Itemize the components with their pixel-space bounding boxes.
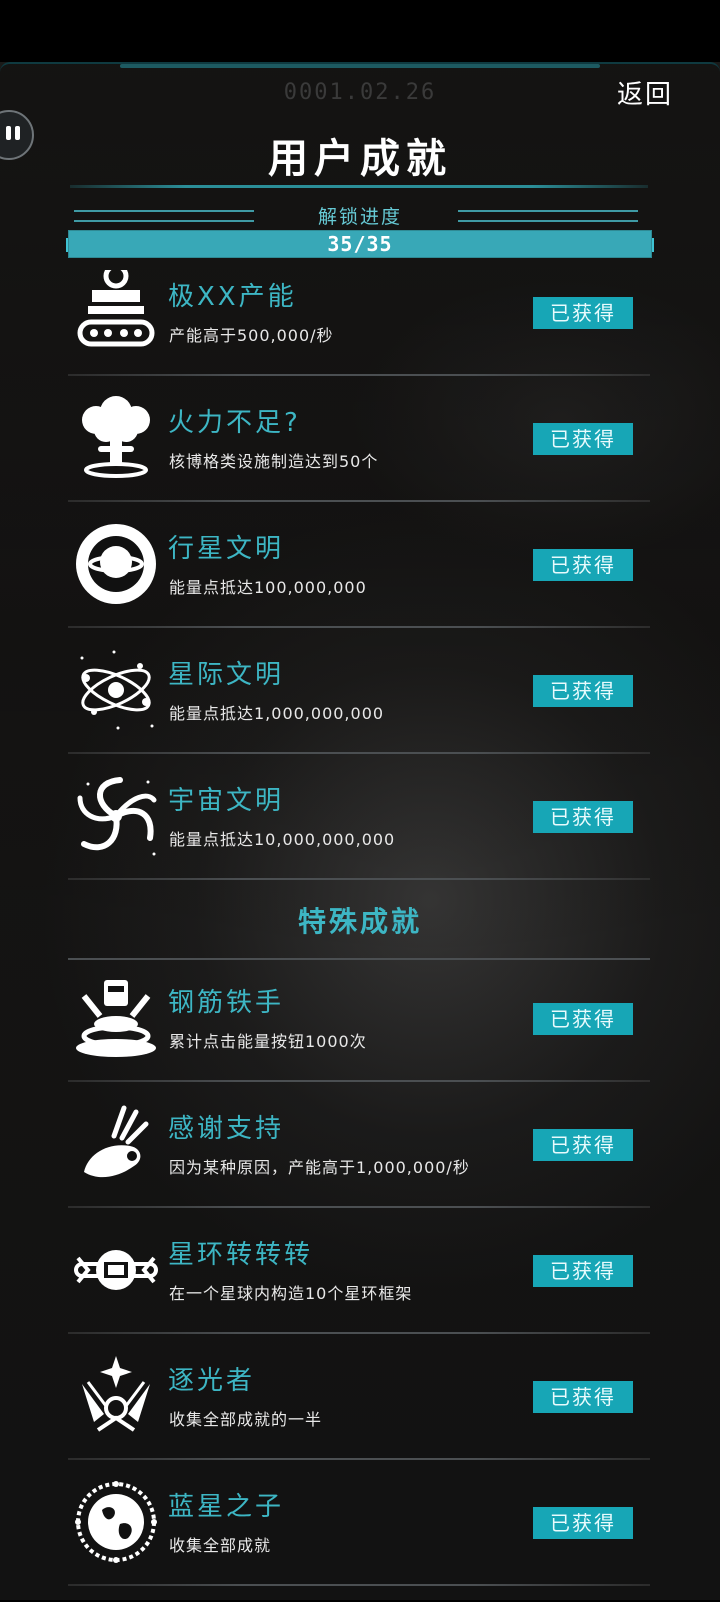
achievement-desc: 产能高于500,000/秒	[169, 326, 334, 345]
achievement-row: 星环转转转 在一个星球内构造10个星环框架 已获得	[0, 1208, 720, 1334]
status-badge: 已获得	[533, 1255, 633, 1287]
section-title: 特殊成就	[297, 905, 422, 938]
achievement-row: 蓝星之子 收集全部成就 已获得	[0, 1460, 720, 1586]
achievement-row: 钢筋铁手 累计点击能量按钮1000次 已获得	[0, 956, 720, 1082]
achievement-row: 星际文明 能量点抵达1,000,000,000 已获得	[0, 628, 720, 754]
achievement-title: 宇宙文明	[168, 786, 285, 816]
unlock-progress-bar: 35/35	[68, 230, 652, 258]
achievement-title: 逐光者	[168, 1366, 256, 1396]
achievement-title: 钢筋铁手	[168, 988, 285, 1018]
status-badge: 已获得	[533, 1003, 633, 1035]
achievement-desc: 能量点抵达100,000,000	[169, 578, 367, 597]
achievement-row: 极XX产能 产能高于500,000/秒 已获得	[0, 262, 720, 376]
achievement-desc: 核博格类设施制造达到50个	[169, 452, 379, 471]
status-badge: 已获得	[533, 297, 633, 329]
achievement-desc: 累计点击能量按钮1000次	[169, 1032, 367, 1051]
achievement-desc: 能量点抵达1,000,000,000	[169, 704, 385, 723]
status-badge: 已获得	[533, 1129, 633, 1161]
orbit-system-icon	[80, 650, 154, 730]
title-divider	[70, 185, 648, 188]
progress-label: 解锁进度	[317, 206, 402, 228]
achievement-desc: 在一个星球内构造10个星环框架	[169, 1284, 413, 1303]
achievement-title: 感谢支持	[168, 1114, 285, 1144]
status-badge: 已获得	[533, 1381, 633, 1413]
mushroom-cloud-icon	[82, 396, 150, 478]
achievement-title: 星环转转转	[168, 1240, 314, 1270]
status-badge: 已获得	[533, 801, 633, 833]
achievement-desc: 能量点抵达10,000,000,000	[169, 830, 396, 849]
achievement-row: 宇宙文明 能量点抵达10,000,000,000 已获得	[0, 754, 720, 880]
planet-civilization-icon	[76, 524, 156, 604]
factory-conveyor-icon	[77, 270, 155, 347]
achievement-title: 极XX产能	[168, 282, 297, 312]
achievement-desc: 收集全部成就	[169, 1536, 272, 1555]
special-achievements-header: 特殊成就	[0, 880, 720, 960]
galaxy-spiral-icon	[77, 777, 157, 856]
page-title: 用户成就	[268, 136, 452, 182]
status-badge: 已获得	[533, 1507, 633, 1539]
press-button-icon	[76, 980, 156, 1057]
date-label: 0001.02.26	[283, 80, 437, 105]
hand-gesture-icon	[84, 1105, 149, 1178]
achievement-desc: 收集全部成就的一半	[169, 1410, 323, 1429]
back-button[interactable]: 返回	[617, 74, 673, 111]
achievement-list[interactable]: 极XX产能 产能高于500,000/秒 已获得 火力不足? 核博格类设施制造达到…	[0, 262, 720, 1600]
status-badge: 已获得	[533, 549, 633, 581]
ring-frame-icon	[74, 1250, 158, 1290]
status-badge: 已获得	[533, 675, 633, 707]
row-divider	[68, 1584, 650, 1586]
achievement-title: 蓝星之子	[168, 1492, 285, 1522]
background: 0001.02.26 返回 用户成就 解锁进度 35/35 极XX产能 产能高于…	[0, 0, 720, 1602]
achievement-desc: 因为某种原因，产能高于1,000,000/秒	[169, 1158, 470, 1177]
achievement-row: 逐光者 收集全部成就的一半 已获得	[0, 1334, 720, 1460]
blue-planet-emblem-icon	[75, 1481, 157, 1563]
light-chaser-emblem-icon	[82, 1356, 150, 1432]
achievement-title: 星际文明	[168, 660, 285, 690]
panel-top-line	[120, 64, 600, 68]
achievement-title: 行星文明	[168, 534, 285, 564]
achievement-row: 火力不足? 核博格类设施制造达到50个 已获得	[0, 376, 720, 502]
achievement-row: 感谢支持 因为某种原因，产能高于1,000,000/秒 已获得	[0, 1082, 720, 1208]
status-bar-area	[0, 0, 720, 62]
achievement-title: 火力不足?	[168, 408, 301, 438]
achievement-row: 行星文明 能量点抵达100,000,000 已获得	[0, 502, 720, 628]
status-badge: 已获得	[533, 423, 633, 455]
progress-count: 35/35	[327, 232, 393, 256]
